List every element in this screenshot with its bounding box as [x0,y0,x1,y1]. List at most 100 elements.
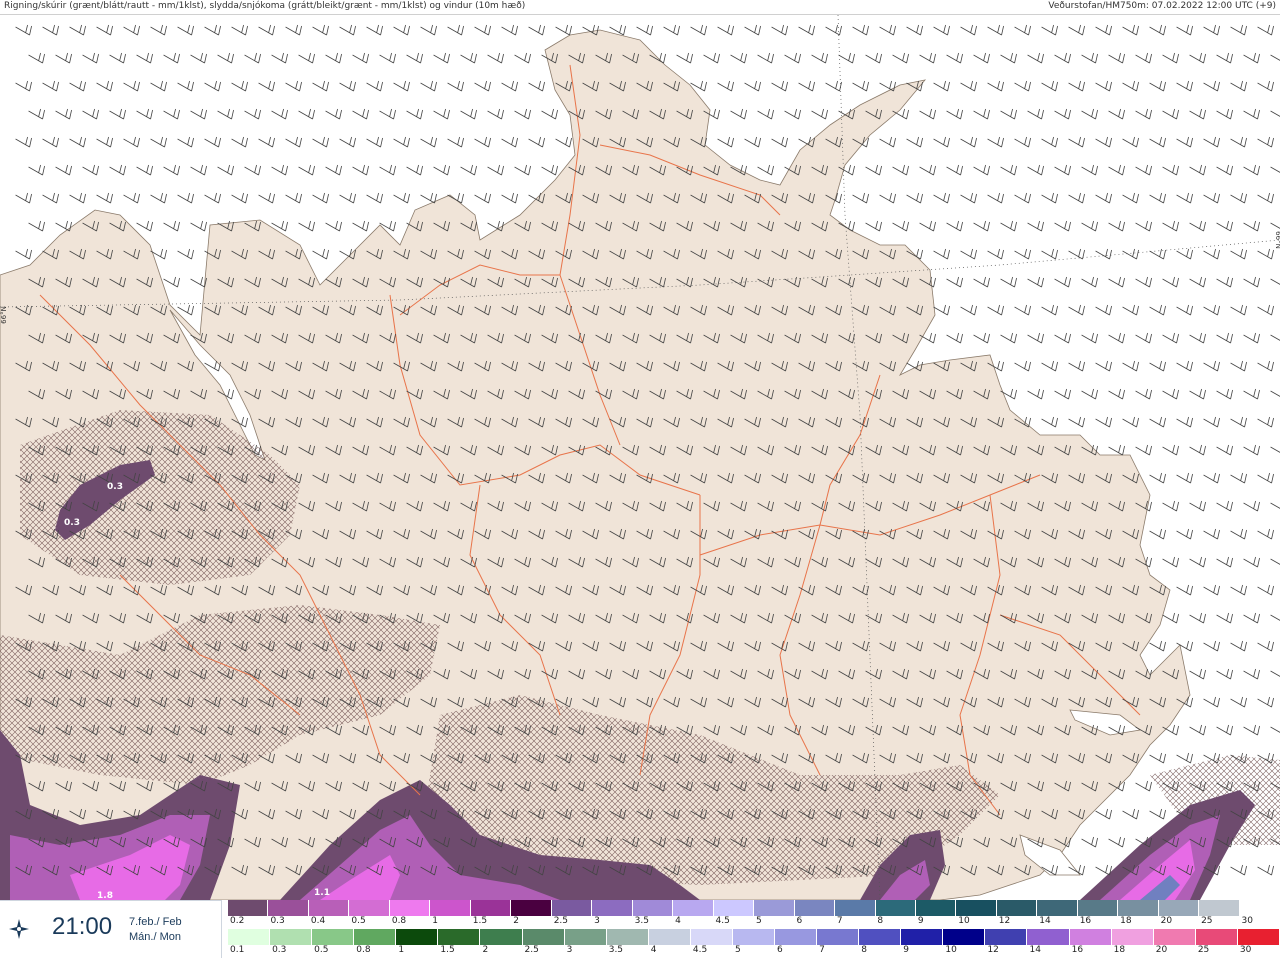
time-panel: 21:00 7.feb./ Feb Mán./ Mon [0,900,222,958]
legend-swatch [1027,929,1070,945]
legend-swatch [480,929,523,945]
legend-label: 3 [594,916,600,926]
legend-label: 1 [398,945,405,955]
legend-swatch [606,929,649,945]
legend-label: 3 [566,945,573,955]
legend-label: 20 [1155,945,1168,955]
legend-swatch [522,929,565,945]
legend-label: 25 [1201,916,1213,926]
forecast-map[interactable]: 66°N 66°N 0.3 0.3 1.8 1.1 [0,15,1280,900]
legend-swatch [690,929,733,945]
legend-swatch [1195,929,1238,945]
snow-legend: 0.2 0.3 0.4 0.5 0.8 1 1.5 2 2.5 3 3.5 4 4.5 5 6 7 8 9 10 12… [228,900,1280,928]
legend-swatch [775,929,818,945]
legend-label: 18 [1120,916,1132,926]
legend-swatch [551,900,593,916]
legend-swatch [228,900,269,916]
legend-label: 20 [1160,916,1173,926]
legend-swatch [396,929,439,945]
legend-label: 7 [836,916,843,926]
legend-swatch [1077,900,1119,916]
precip-value-label: 1.1 [314,888,330,898]
legend-label: 10 [958,916,970,926]
legend-label: 1.5 [440,945,455,955]
legend-label: 6 [777,945,783,955]
legend-label: 9 [903,945,909,955]
legend-swatch [673,900,714,916]
legend-label: 0.1 [230,945,245,955]
legend-label: 4.5 [715,916,730,926]
legend-label: 0.8 [356,945,371,955]
legend-swatch [985,929,1028,945]
legend-swatch [564,929,607,945]
legend-label: 2 [482,945,489,955]
legend-swatch [956,900,997,916]
legend-label: 8 [877,916,884,926]
legend-label: 16 [1071,945,1084,955]
legend-swatch [901,929,944,945]
legend-label: 12 [998,916,1011,926]
legend-swatch [1239,900,1280,916]
legend-swatch [1237,929,1280,945]
legend-label: 30 [1241,916,1253,926]
legend-label: 6 [796,916,803,926]
legend-swatch [835,900,876,916]
precip-value-label: 1.8 [97,891,113,900]
legend-swatch [713,900,755,916]
rain-legend-swatches [228,929,1280,945]
legend-swatch [996,900,1038,916]
legend-label: 14 [1039,916,1051,926]
legend-swatch [438,929,481,945]
legend-swatch [354,929,397,945]
legend-label: 0.4 [310,916,326,926]
forecast-weekday: Mán./ Mon [129,931,181,943]
legend-swatch [312,929,355,945]
map-header: Rigning/skúrir (grænt/blátt/rautt - mm/1… [0,0,1280,15]
legend-label: 0.3 [272,945,287,955]
legend-swatch [268,900,309,916]
latitude-label-left: 66°N [0,306,8,324]
legend-swatch [794,900,836,916]
legend-swatch [349,900,390,916]
legend-label: 18 [1113,945,1126,955]
legend-label: 0.5 [314,945,329,955]
legend-swatch [943,929,986,945]
snow-legend-swatches [228,900,1280,916]
legend-label: 9 [917,916,924,926]
legend-label: 8 [861,945,867,955]
legend-label: 0.3 [270,916,285,926]
legend-label: 3.5 [634,916,649,926]
legend-label: 2.5 [524,945,539,955]
legend-swatch [1111,929,1154,945]
legend-label: 30 [1239,945,1252,955]
legend-label: 0.2 [230,916,245,926]
legend-label: 2 [513,916,519,926]
legend-label: 7 [819,945,825,955]
legend-swatch [915,900,957,916]
legend-label: 3.5 [608,945,624,955]
precip-value-label: 0.3 [107,482,123,492]
precip-value-label: 0.3 [64,518,80,528]
legend-label: 16 [1079,916,1092,926]
legend-swatch [732,929,776,945]
legend-swatch [875,900,916,916]
legend-swatch [511,900,552,916]
legend-swatch [308,900,350,916]
legend-label: 25 [1197,945,1210,955]
legend-swatch [754,900,795,916]
legend-swatch [592,900,633,916]
map-title: Rigning/skúrir (grænt/blátt/rautt - mm/1… [4,1,526,11]
legend-swatch [228,929,271,945]
compass-star-icon[interactable] [8,918,30,940]
legend-label: 12 [987,945,999,955]
legend-label: 14 [1029,945,1041,955]
legend-label: 1.5 [472,916,488,926]
legend-label: 5 [734,945,741,955]
model-source: Veðurstofan/HM750m: 07.02.2022 12:00 UTC… [1048,1,1276,11]
forecast-date: 7.feb./ Feb [129,916,182,928]
legend-label: 4.5 [692,945,708,955]
legend-swatch [1158,900,1200,916]
legend-label: 4 [675,916,681,926]
legend-label: 2.5 [553,916,569,926]
forecast-time: 21:00 [52,913,113,940]
